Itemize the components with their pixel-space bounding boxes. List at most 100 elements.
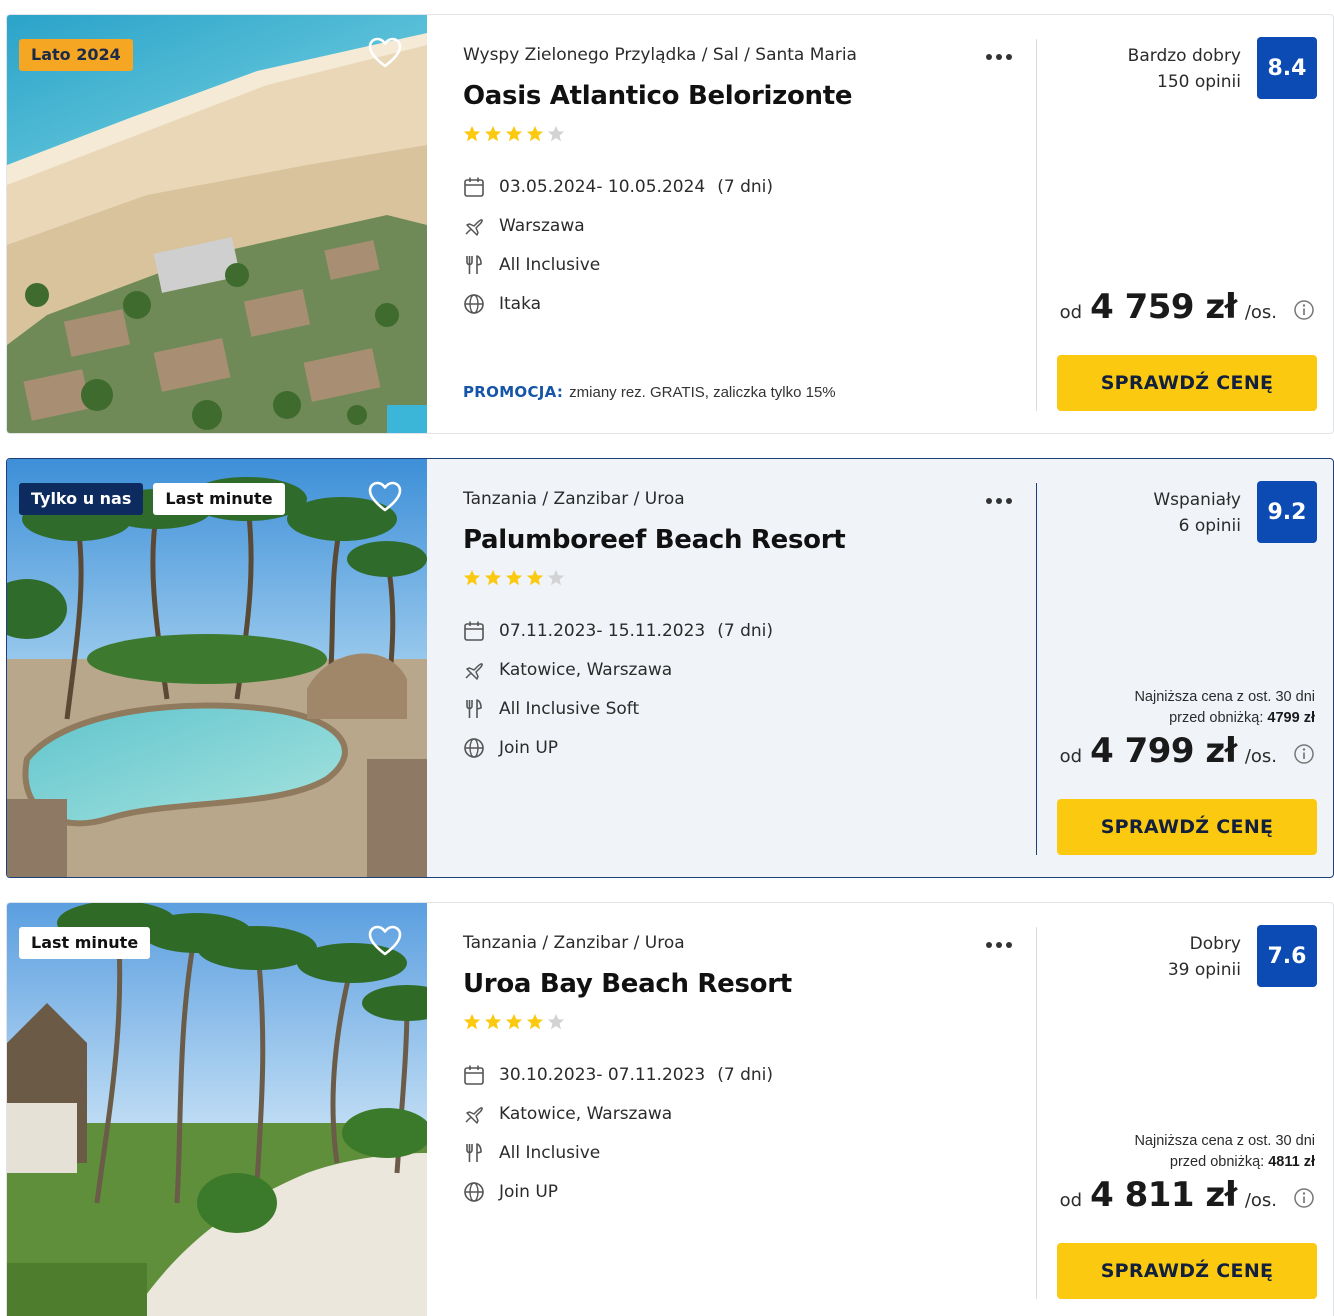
star-icon — [505, 1013, 523, 1030]
lowest-price-line: Najniższa cena z ost. 30 dni — [1134, 689, 1315, 705]
price-amount: 4 799 zł — [1090, 731, 1237, 771]
offer-card[interactable]: Last minute Tanzania / Zanzibar / Uroa U… — [6, 902, 1334, 1316]
hotel-photo[interactable] — [7, 15, 427, 433]
calendar-icon — [464, 1065, 484, 1085]
lowest-price-line: Najniższa cena z ost. 30 dni — [1134, 1133, 1315, 1149]
promo-label: PROMOCJA: — [463, 383, 564, 401]
hotel-name[interactable]: Palumboreef Beach Resort — [463, 525, 846, 555]
calendar-icon — [464, 621, 484, 641]
departure-row: Katowice, Warszawa — [463, 1094, 773, 1133]
duration-text: (7 dni) — [717, 620, 773, 641]
price-prefix: od — [1059, 302, 1083, 323]
star-icon — [526, 1013, 544, 1030]
board-row: All Inclusive Soft — [463, 689, 773, 728]
last-minute-badge: Last minute — [19, 927, 151, 959]
lowest-price-note: Najniższa cena z ost. 30 dni przed obniż… — [1134, 1131, 1315, 1173]
lowest-price-value: 4811 zł — [1268, 1154, 1315, 1170]
info-icon[interactable] — [1293, 1187, 1315, 1209]
more-dots-icon[interactable] — [979, 933, 1019, 957]
dates-text: 07.11.2023- 15.11.2023 — [499, 620, 706, 641]
hotel-name[interactable]: Oasis Atlantico Belorizonte — [463, 81, 852, 111]
dates-text: 30.10.2023- 07.11.2023 — [499, 1064, 706, 1085]
departure-text: Warszawa — [499, 215, 585, 236]
offer-card[interactable]: Tylko u nas Last minute Tanzania / Zanzi… — [6, 458, 1334, 878]
calendar-icon — [464, 177, 484, 197]
operator-text: Itaka — [499, 293, 542, 314]
utensils-icon — [466, 1142, 482, 1162]
rating-summary[interactable]: Bardzo dobry 150 opinii — [1128, 43, 1241, 95]
star-icon — [463, 569, 481, 586]
more-dots-icon[interactable] — [979, 45, 1019, 69]
review-count: 6 opinii — [1178, 516, 1241, 536]
operator-text: Join UP — [499, 737, 559, 758]
utensils-icon — [466, 254, 482, 274]
dates-row: 30.10.2023- 07.11.2023 (7 dni) — [463, 1055, 773, 1094]
price-prefix: od — [1059, 1190, 1083, 1211]
lowest-price-label: przed obniżką: — [1169, 1154, 1265, 1170]
star-rating — [463, 1013, 565, 1031]
star-icon — [505, 125, 523, 142]
duration-text: (7 dni) — [717, 1064, 773, 1085]
board-row: All Inclusive — [463, 245, 773, 284]
globe-icon — [464, 293, 484, 314]
divider — [1036, 927, 1037, 1299]
heart-icon[interactable] — [367, 35, 403, 71]
rating-summary[interactable]: Wspaniały 6 opinii — [1153, 487, 1241, 539]
hotel-photo[interactable] — [7, 459, 427, 877]
info-icon[interactable] — [1293, 299, 1315, 321]
star-icon — [463, 1013, 481, 1030]
score-badge[interactable]: 9.2 — [1257, 481, 1317, 543]
badge-group: Last minute — [19, 927, 151, 959]
check-price-button[interactable]: SPRAWDŹ CENĘ — [1057, 355, 1317, 411]
star-rating — [463, 125, 565, 143]
price-amount: 4 811 zł — [1090, 1175, 1237, 1215]
offer-details: 03.05.2024- 10.05.2024 (7 dni) Warszawa A… — [463, 167, 773, 323]
location-breadcrumb[interactable]: Wyspy Zielonego Przylądka / Sal / Santa … — [463, 45, 857, 65]
lowest-price-note: Najniższa cena z ost. 30 dni przed obniż… — [1134, 687, 1315, 729]
review-count: 150 opinii — [1157, 72, 1241, 92]
star-icon — [484, 125, 502, 142]
operator-row: Join UP — [463, 1172, 773, 1211]
offer-details: 30.10.2023- 07.11.2023 (7 dni) Katowice, … — [463, 1055, 773, 1211]
board-text: All Inclusive — [499, 1142, 601, 1163]
promo-text: zmiany rez. GRATIS, zaliczka tylko 15% — [569, 384, 836, 401]
price-suffix: /os. — [1244, 746, 1277, 767]
divider — [1036, 483, 1037, 855]
star-empty-icon — [547, 569, 565, 586]
location-breadcrumb[interactable]: Tanzania / Zanzibar / Uroa — [463, 489, 685, 509]
dates-row: 07.11.2023- 15.11.2023 (7 dni) — [463, 611, 773, 650]
divider — [1036, 39, 1037, 411]
operator-text: Join UP — [499, 1181, 559, 1202]
star-icon — [526, 569, 544, 586]
more-dots-icon[interactable] — [979, 489, 1019, 513]
score-badge[interactable]: 8.4 — [1257, 37, 1317, 99]
star-icon — [463, 125, 481, 142]
hotel-name[interactable]: Uroa Bay Beach Resort — [463, 969, 792, 999]
exclusive-badge: Tylko u nas — [19, 483, 144, 515]
badge-group: Tylko u nas Last minute — [19, 483, 285, 515]
location-breadcrumb[interactable]: Tanzania / Zanzibar / Uroa — [463, 933, 685, 953]
price-row: od 4 811 zł /os. — [1060, 1175, 1315, 1215]
hotel-photo[interactable] — [7, 903, 427, 1316]
globe-icon — [464, 1181, 484, 1202]
heart-icon[interactable] — [367, 923, 403, 959]
board-text: All Inclusive — [499, 254, 601, 275]
plane-icon — [465, 662, 483, 680]
departure-row: Katowice, Warszawa — [463, 650, 773, 689]
duration-text: (7 dni) — [717, 176, 773, 197]
price-suffix: /os. — [1244, 302, 1277, 323]
score-badge[interactable]: 7.6 — [1257, 925, 1317, 987]
check-price-button[interactable]: SPRAWDŹ CENĘ — [1057, 799, 1317, 855]
lowest-price-label: przed obniżką: — [1169, 710, 1264, 726]
dates-text: 03.05.2024- 10.05.2024 — [499, 176, 706, 197]
globe-icon — [464, 737, 484, 758]
price-prefix: od — [1059, 746, 1083, 767]
check-price-button[interactable]: SPRAWDŹ CENĘ — [1057, 1243, 1317, 1299]
heart-icon[interactable] — [367, 479, 403, 515]
departure-text: Katowice, Warszawa — [499, 659, 673, 680]
info-icon[interactable] — [1293, 743, 1315, 765]
operator-row: Join UP — [463, 728, 773, 767]
offer-card[interactable]: Lato 2024 Wyspy Zielonego Przylądka / Sa… — [6, 14, 1334, 434]
rating-summary[interactable]: Dobry 39 opinii — [1168, 931, 1241, 983]
dates-row: 03.05.2024- 10.05.2024 (7 dni) — [463, 167, 773, 206]
